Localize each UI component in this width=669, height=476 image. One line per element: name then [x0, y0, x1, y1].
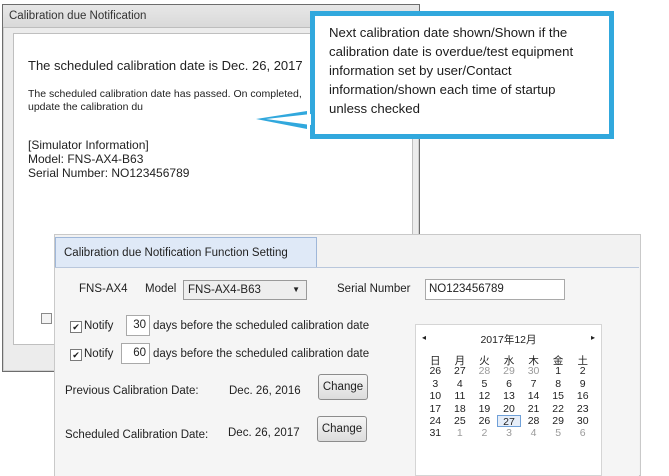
- change-previous-date-button[interactable]: Change: [318, 374, 368, 400]
- calendar-day[interactable]: 28: [472, 365, 497, 377]
- calendar-day[interactable]: 29: [497, 365, 522, 377]
- calendar-day[interactable]: 1: [546, 365, 571, 377]
- calendar-day[interactable]: 6: [570, 427, 595, 439]
- previous-date-label: Previous Calibration Date:: [65, 385, 199, 397]
- calendar-day[interactable]: 20: [497, 403, 522, 415]
- calendar-day[interactable]: 3: [497, 427, 522, 439]
- scheduled-date-value: Dec. 26, 2017: [228, 427, 300, 439]
- calendar-weekday: 水: [503, 355, 515, 367]
- calendar-day[interactable]: 2: [472, 427, 497, 439]
- simulator-model: Model: FNS-AX4-B63: [28, 152, 144, 166]
- dont-show-checkbox[interactable]: [41, 313, 52, 324]
- calendar-day[interactable]: 3: [423, 378, 448, 390]
- calendar-day[interactable]: 17: [423, 403, 448, 415]
- simulator-serial: Serial Number: NO123456789: [28, 166, 190, 180]
- settings-panel: FNS-AX4 Model FNS-AX4-B63 ▼ Serial Numbe…: [55, 267, 639, 476]
- calendar-day[interactable]: 21: [521, 403, 546, 415]
- calendar-month-title: 2017年12月: [480, 334, 537, 346]
- calendar-day[interactable]: 26: [423, 365, 448, 377]
- settings-window: Calibration due Notification Function Se…: [54, 234, 641, 476]
- calendar-day[interactable]: 23: [570, 403, 595, 415]
- calendar-day[interactable]: 25: [448, 415, 473, 427]
- serial-number-label: Serial Number: [337, 283, 411, 295]
- chevron-down-icon: ▼: [292, 285, 300, 294]
- notify-suffix: days before the scheduled calibration da…: [153, 348, 370, 360]
- calendar-day[interactable]: 30: [570, 415, 595, 427]
- calendar-day[interactable]: 10: [423, 390, 448, 402]
- calendar-day[interactable]: 28: [521, 415, 546, 427]
- calendar-day[interactable]: 26: [472, 415, 497, 427]
- calendar-grid: 日月火水木金土 26 27 28 29 30 1 2 3 4 5 6 7 8 9 10 11 12 13 14 15 16…: [423, 353, 595, 440]
- calendar-day[interactable]: 27: [448, 365, 473, 377]
- calendar-day[interactable]: 19: [472, 403, 497, 415]
- model-label: Model: [145, 283, 177, 295]
- notify-label: Notify: [84, 320, 114, 332]
- calendar-day[interactable]: 29: [546, 415, 571, 427]
- calendar-day[interactable]: 31: [423, 427, 448, 439]
- calendar-day[interactable]: 2: [570, 365, 595, 377]
- model-select-value: FNS-AX4-B63: [188, 284, 261, 296]
- calendar-day[interactable]: 27: [496, 414, 522, 428]
- notify-suffix: days before the scheduled calibration da…: [153, 320, 370, 332]
- notify-60-checkbox[interactable]: ✔: [70, 349, 82, 361]
- calendar-day[interactable]: 24: [423, 415, 448, 427]
- chevron-right-icon[interactable]: ▸: [591, 333, 595, 342]
- simulator-info: [Simulator Information] Model: FNS-AX4-B…: [28, 138, 189, 180]
- calendar-day[interactable]: 18: [448, 403, 473, 415]
- calendar-day[interactable]: 4: [521, 427, 546, 439]
- calendar-day[interactable]: 6: [497, 378, 522, 390]
- calendar-day[interactable]: 5: [472, 378, 497, 390]
- scheduled-date-message: The scheduled calibration date is Dec. 2…: [28, 58, 303, 73]
- calendar-weekday: 金: [552, 355, 564, 367]
- calendar-day[interactable]: 14: [521, 390, 546, 402]
- calendar-day[interactable]: 4: [448, 378, 473, 390]
- notify-30-checkbox[interactable]: ✔: [70, 321, 82, 333]
- calendar-day[interactable]: 7: [521, 378, 546, 390]
- calendar-day[interactable]: 15: [546, 390, 571, 402]
- serial-number-input[interactable]: NO123456789: [425, 279, 565, 300]
- calendar-day[interactable]: 11: [448, 390, 473, 402]
- calendar-weekday: 日: [430, 355, 441, 367]
- calendar[interactable]: ◂ 2017年12月 ▸ 日月火水木金土 26 27 28 29 30 1 2 3 4 5 6 7 8 9 1…: [415, 324, 602, 476]
- notify-days-input[interactable]: 60: [121, 343, 150, 364]
- calendar-day[interactable]: 13: [497, 390, 522, 402]
- calendar-day[interactable]: 8: [546, 378, 571, 390]
- calendar-weekday: 月: [454, 355, 466, 367]
- calendar-day[interactable]: 1: [448, 427, 473, 439]
- calendar-weekday: 土: [577, 355, 588, 367]
- calendar-weekday: 火: [479, 355, 490, 367]
- calendar-day[interactable]: 30: [521, 365, 546, 377]
- calendar-weekday: 木: [528, 355, 539, 367]
- notify-days-input[interactable]: 30: [126, 315, 150, 336]
- model-select[interactable]: FNS-AX4-B63 ▼: [183, 280, 307, 300]
- calendar-day[interactable]: 16: [570, 390, 595, 402]
- callout-annotation: Next calibration date shown/Shown if the…: [256, 11, 614, 139]
- calendar-day[interactable]: 9: [570, 378, 595, 390]
- scheduled-date-label: Scheduled Calibration Date:: [65, 429, 209, 441]
- calendar-day[interactable]: 22: [546, 403, 571, 415]
- change-scheduled-date-button[interactable]: Change: [317, 416, 367, 442]
- calendar-header: ◂ 2017年12月 ▸: [416, 331, 601, 347]
- calendar-day[interactable]: 12: [472, 390, 497, 402]
- callout-pointer: [256, 111, 311, 129]
- calendar-day[interactable]: 5: [546, 427, 571, 439]
- notify-label: Notify: [84, 348, 114, 360]
- previous-date-value: Dec. 26, 2016: [229, 385, 301, 397]
- device-label: FNS-AX4: [79, 283, 128, 295]
- overdue-message: The scheduled calibration date has passe…: [28, 88, 302, 113]
- tab-calibration-notification-setting[interactable]: Calibration due Notification Function Se…: [55, 237, 317, 267]
- simulator-info-header: [Simulator Information]: [28, 138, 149, 152]
